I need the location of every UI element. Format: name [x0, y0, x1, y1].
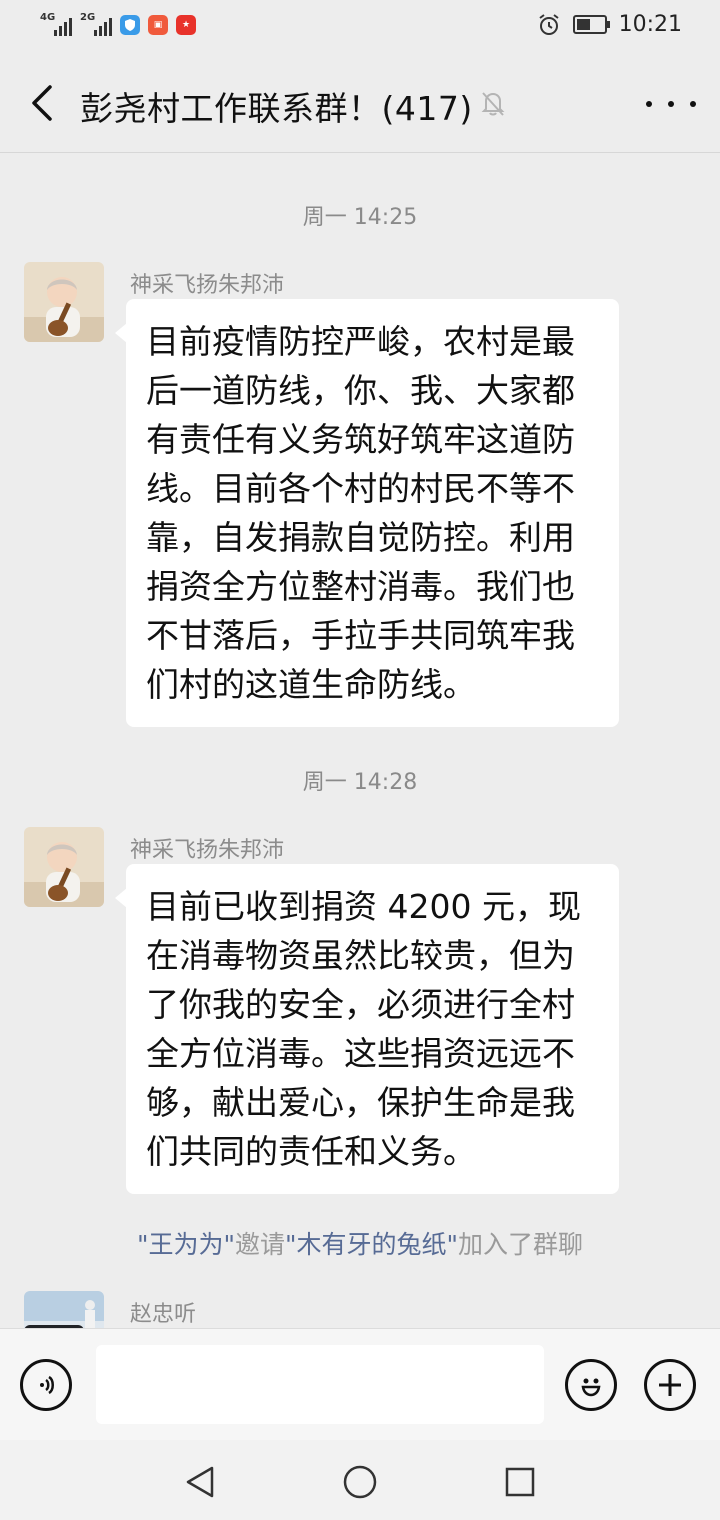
- square-recent-icon: [505, 1467, 535, 1497]
- emoji-icon: [581, 1378, 601, 1397]
- chevron-left-icon: [32, 85, 52, 121]
- signal-icon: 4G: [40, 12, 72, 36]
- nav-recent-button[interactable]: [500, 1462, 540, 1502]
- clock-time: 10:21: [618, 12, 682, 37]
- notice-text: 邀请: [234, 1230, 285, 1259]
- system-nav-bar: [0, 1440, 720, 1520]
- nav-back-button[interactable]: [180, 1462, 220, 1502]
- inviter-link[interactable]: "王为为": [137, 1230, 235, 1259]
- app-notification-icon: ▣: [148, 15, 168, 35]
- plus-button[interactable]: [644, 1359, 696, 1411]
- app-notification-icon-2: ★: [176, 15, 196, 35]
- emoji-button[interactable]: [565, 1359, 617, 1411]
- status-left: 4G 2G ▣ ★: [40, 12, 196, 36]
- status-right: 10:21: [537, 12, 682, 37]
- alarm-icon: [538, 13, 559, 35]
- message-bubble[interactable]: 目前疫情防控严峻，农村是最后一道防线，你、我、大家都有责任有义务筑好筑牢这道防线…: [115, 299, 619, 727]
- back-button[interactable]: [22, 78, 62, 128]
- nav-home-button[interactable]: [340, 1462, 380, 1502]
- system-notice: "王为为"邀请"木有牙的兔纸"加入了群聊: [0, 1225, 720, 1261]
- avatar[interactable]: [24, 827, 104, 907]
- message-bubble[interactable]: 目前已收到捐资 4200 元，现在消毒物资虽然比较贵，但为了你我的安全，必须进行…: [115, 864, 619, 1194]
- circle-home-icon: [343, 1465, 377, 1499]
- voice-button[interactable]: [20, 1359, 72, 1411]
- more-dots-icon: [646, 101, 652, 107]
- invitee-link[interactable]: "木有牙的兔纸": [285, 1230, 458, 1259]
- message-input[interactable]: [96, 1345, 544, 1424]
- voice-icon: [40, 1375, 54, 1395]
- network-type-2: 2G: [80, 12, 96, 23]
- battery-icon: [572, 15, 610, 34]
- input-bar: [0, 1328, 720, 1441]
- chat-header: 彭尧村工作联系群！(417): [0, 56, 720, 153]
- triangle-back-icon: [186, 1466, 214, 1498]
- more-button[interactable]: [646, 86, 696, 122]
- plus-icon: [659, 1374, 681, 1396]
- message-timestamp: 周一 14:28: [302, 770, 418, 795]
- sender-name: 神采飞扬朱邦沛: [130, 838, 285, 863]
- avatar[interactable]: [24, 262, 104, 342]
- battery-fill: [576, 19, 590, 30]
- chat-area[interactable]: 周一 14:25 神采飞扬朱邦沛 目前疫情防控严峻，农村是最后一道防线，你、我、…: [0, 153, 720, 1328]
- sender-name: 赵忠听: [130, 1302, 197, 1327]
- status-bar: 4G 2G ▣ ★ 10:21: [0, 0, 720, 56]
- group-title: 彭尧村工作联系群！(417): [80, 89, 473, 128]
- message-timestamp: 周一 14:25: [302, 205, 418, 230]
- bell-muted-icon: [481, 92, 505, 116]
- network-type-1: 4G: [40, 12, 56, 23]
- sender-name: 神采飞扬朱邦沛: [130, 273, 285, 298]
- notice-text: 加入了群聊: [458, 1230, 584, 1259]
- shield-app-icon: [120, 15, 140, 35]
- signal-icon-2: 2G: [80, 12, 112, 36]
- avatar[interactable]: [24, 1291, 104, 1328]
